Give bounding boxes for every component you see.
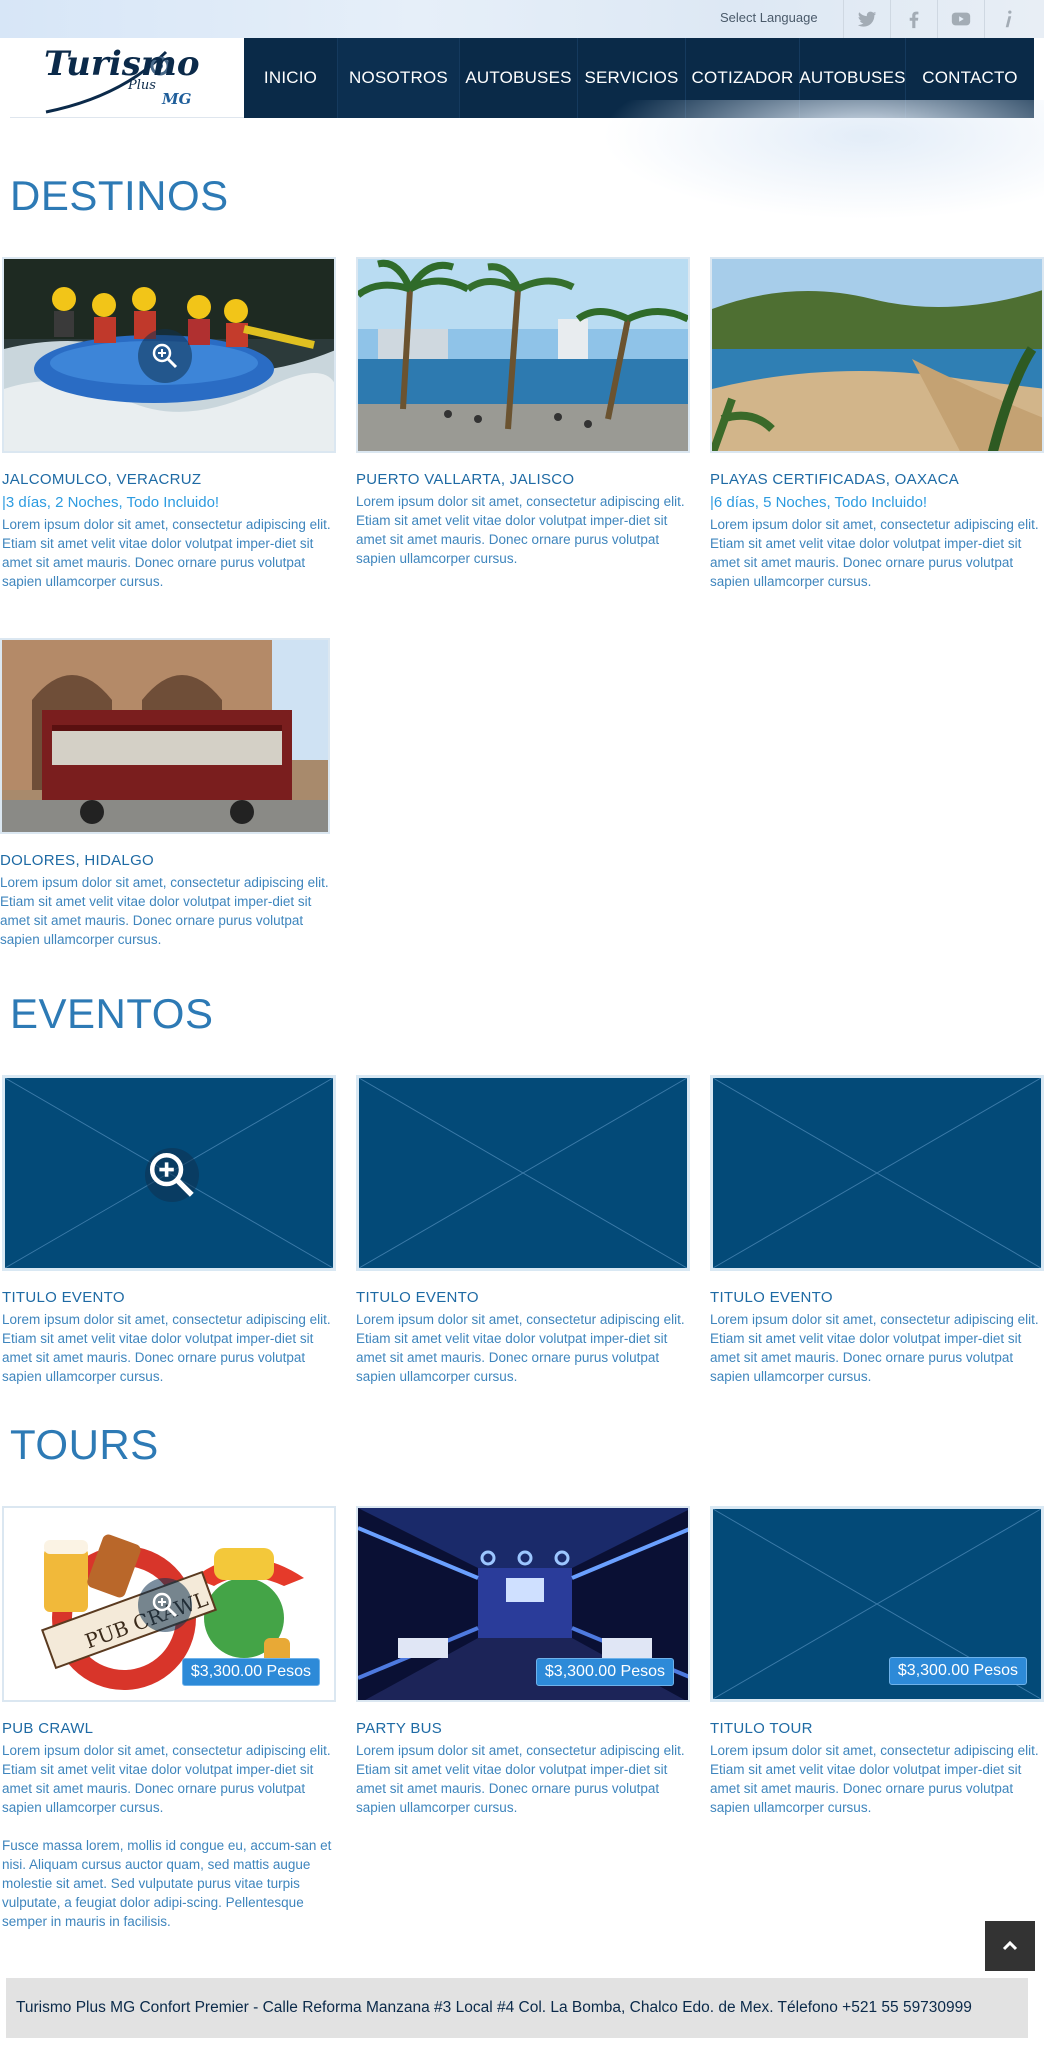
back-to-top-button[interactable] — [985, 1921, 1035, 1971]
tour-title[interactable]: TITULO TOUR — [710, 1720, 1044, 1737]
destino-title[interactable]: PUERTO VALLARTA, JALISCO — [356, 471, 690, 488]
destino-description: Lorem ipsum dolor sit amet, consectetur … — [0, 875, 329, 947]
social-links — [843, 0, 1031, 38]
tour-title[interactable]: PARTY BUS — [356, 1720, 690, 1737]
destino-image-vallarta[interactable] — [356, 257, 690, 453]
tours-title: TOURS — [10, 1421, 159, 1468]
twitter-icon[interactable] — [843, 0, 890, 38]
nav-inicio[interactable]: INICIO — [244, 38, 338, 118]
evento-card[interactable]: TITULO EVENTO Lorem ipsum dolor sit amet… — [356, 1075, 690, 1386]
tour-description: Lorem ipsum dolor sit amet, consectetur … — [710, 1743, 1039, 1815]
evento-card[interactable]: TITULO EVENTO Lorem ipsum dolor sit amet… — [2, 1075, 336, 1386]
footer-address: Turismo Plus MG Confort Premier - Calle … — [16, 1999, 972, 2016]
destino-card[interactable]: JALCOMULCO, VERACRUZ |3 días, 2 Noches, … — [2, 257, 336, 591]
destino-title[interactable]: JALCOMULCO, VERACRUZ — [2, 471, 336, 488]
zoom-icon[interactable] — [138, 1578, 192, 1632]
destino-card[interactable]: PUERTO VALLARTA, JALISCO Lorem ipsum dol… — [356, 257, 690, 568]
tour-image-party-bus[interactable]: $3,300.00 Pesos — [356, 1506, 690, 1702]
destino-image-dolores[interactable] — [0, 638, 330, 834]
destino-description: Lorem ipsum dolor sit amet, consectetur … — [356, 494, 685, 566]
header-glow — [600, 100, 1044, 220]
chevron-up-icon — [1002, 1940, 1018, 1951]
youtube-icon[interactable] — [937, 0, 984, 38]
tour-card[interactable]: PUB CRAWL $3,300.00 Pesos PUB CRAWL Lore… — [2, 1506, 336, 1931]
destino-title[interactable]: PLAYAS CERTIFICADAS, OAXACA — [710, 471, 1044, 488]
evento-title[interactable]: TITULO EVENTO — [2, 1289, 336, 1306]
destino-description: Lorem ipsum dolor sit amet, consectetur … — [2, 517, 331, 589]
price-badge: $3,300.00 Pesos — [888, 1657, 1027, 1685]
price-badge: $3,300.00 Pesos — [535, 1658, 674, 1686]
destino-title[interactable]: DOLORES, HIDALGO — [0, 852, 334, 869]
tour-title[interactable]: PUB CRAWL — [2, 1720, 336, 1737]
destino-image-rafting[interactable] — [2, 257, 336, 453]
top-bar: Select Language — [0, 0, 1044, 38]
evento-image-placeholder[interactable] — [356, 1075, 690, 1271]
language-selector[interactable]: Select Language — [720, 10, 818, 25]
destino-card[interactable]: DOLORES, HIDALGO Lorem ipsum dolor sit a… — [0, 638, 334, 949]
tour-card[interactable]: $3,300.00 Pesos TITULO TOUR Lorem ipsum … — [710, 1506, 1044, 1817]
facebook-icon[interactable] — [890, 0, 937, 38]
destino-subtitle: |3 días, 2 Noches, Todo Incluido! — [2, 494, 220, 511]
tour-image-placeholder[interactable]: $3,300.00 Pesos — [710, 1506, 1044, 1702]
destino-card[interactable]: PLAYAS CERTIFICADAS, OAXACA |6 días, 5 N… — [710, 257, 1044, 591]
destinos-title: DESTINOS — [10, 172, 229, 219]
evento-card[interactable]: TITULO EVENTO Lorem ipsum dolor sit amet… — [710, 1075, 1044, 1386]
tour-description: Lorem ipsum dolor sit amet, consectetur … — [356, 1743, 685, 1815]
eventos-title: EVENTOS — [10, 990, 214, 1037]
evento-image-placeholder[interactable] — [710, 1075, 1044, 1271]
zoom-icon[interactable] — [138, 329, 192, 383]
evento-description: Lorem ipsum dolor sit amet, consectetur … — [710, 1312, 1039, 1384]
destino-image-oaxaca[interactable] — [710, 257, 1044, 453]
zoom-icon[interactable] — [145, 1148, 199, 1202]
destino-description: Lorem ipsum dolor sit amet, consectetur … — [710, 517, 1039, 589]
info-icon[interactable] — [984, 0, 1031, 38]
site-logo[interactable]: Turismo Plus MG — [10, 38, 244, 118]
tour-image-pub-crawl[interactable]: PUB CRAWL $3,300.00 Pesos — [2, 1506, 336, 1702]
destino-subtitle: |6 días, 5 Noches, Todo Incluido! — [710, 494, 928, 511]
tour-description-extra: Fusce massa lorem, mollis id congue eu, … — [2, 1838, 332, 1929]
tour-card[interactable]: $3,300.00 Pesos PARTY BUS Lorem ipsum do… — [356, 1506, 690, 1817]
evento-image-placeholder[interactable] — [2, 1075, 336, 1271]
nav-nosotros[interactable]: NOSOTROS — [338, 38, 460, 118]
price-badge: $3,300.00 Pesos — [181, 1658, 320, 1686]
logo-title: Turismo — [44, 44, 200, 84]
evento-description: Lorem ipsum dolor sit amet, consectetur … — [356, 1312, 685, 1384]
evento-title[interactable]: TITULO EVENTO — [356, 1289, 690, 1306]
evento-description: Lorem ipsum dolor sit amet, consectetur … — [2, 1312, 331, 1384]
logo-mg: MG — [162, 90, 192, 108]
tour-description: Lorem ipsum dolor sit amet, consectetur … — [2, 1743, 331, 1815]
footer: Turismo Plus MG Confort Premier - Calle … — [6, 1978, 1028, 2038]
nav-autobuses[interactable]: AUTOBUSES — [460, 38, 578, 118]
evento-title[interactable]: TITULO EVENTO — [710, 1289, 1044, 1306]
logo-plus: Plus — [128, 78, 156, 93]
